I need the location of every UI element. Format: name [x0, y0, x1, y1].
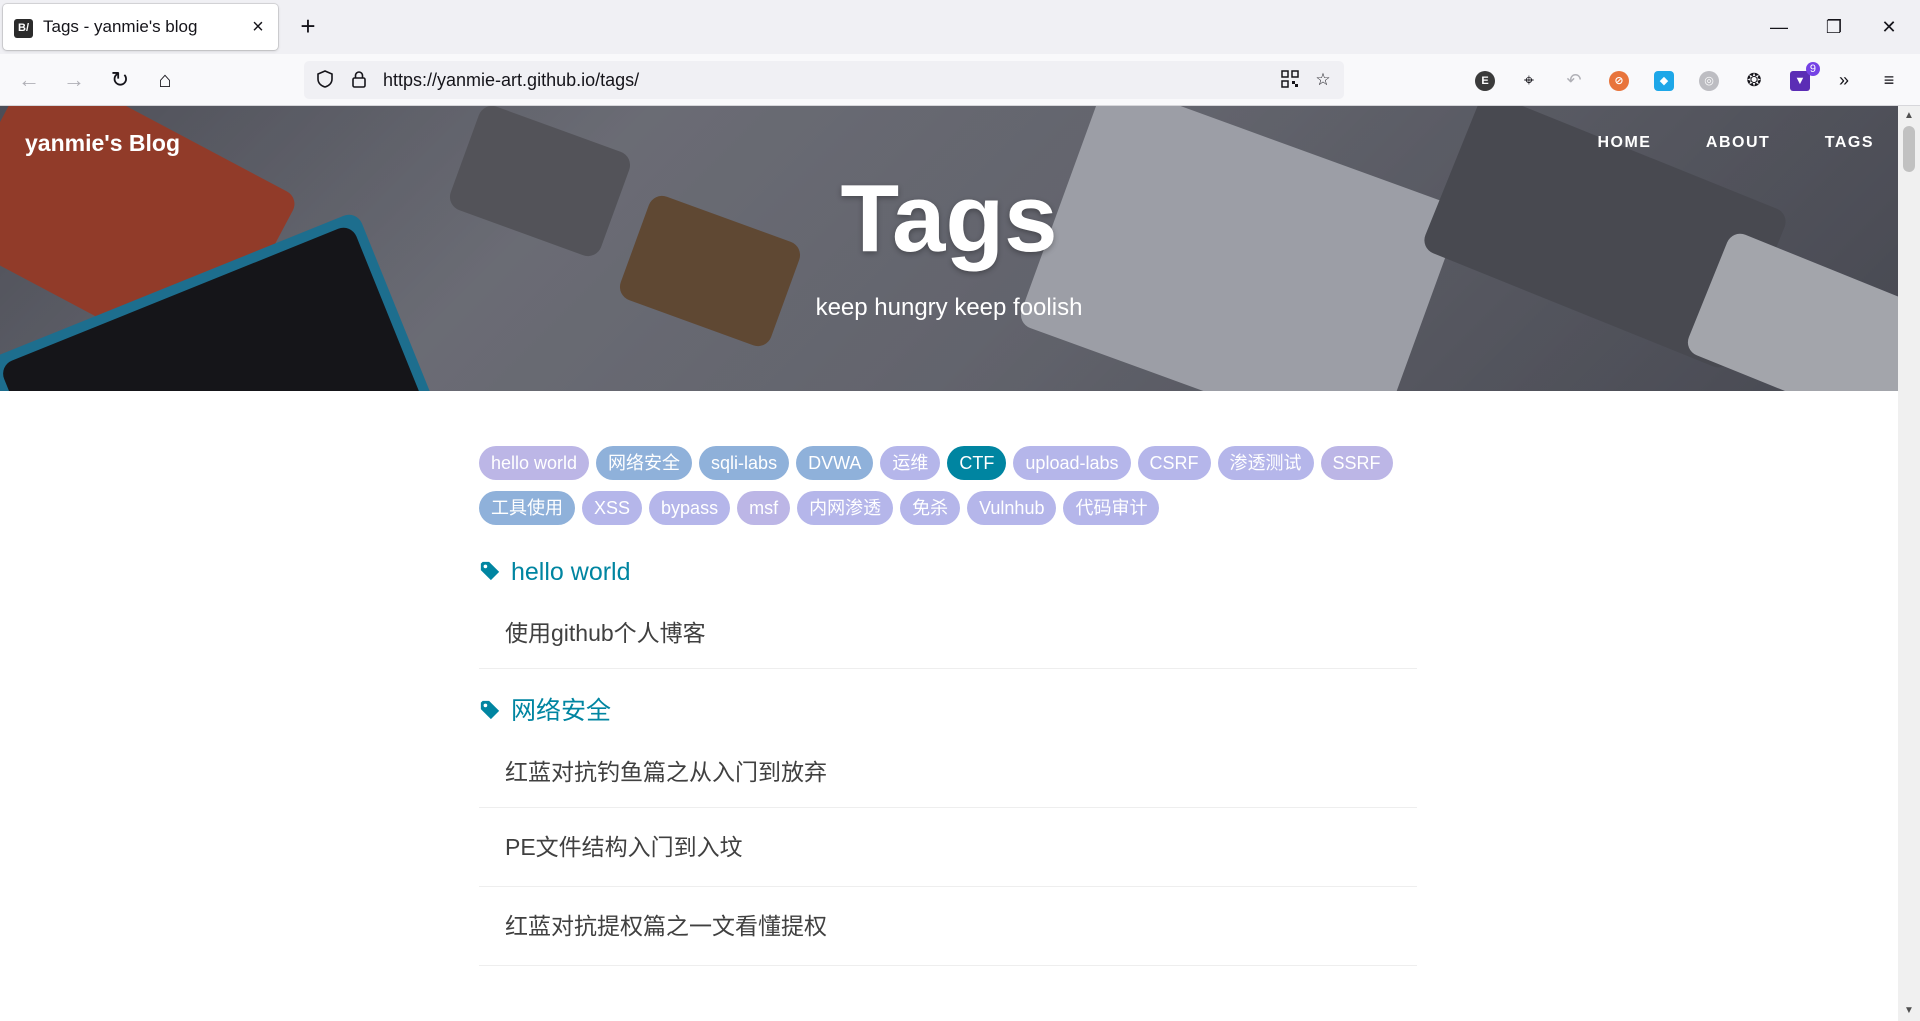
crop-icon[interactable]: ⌖ [1515, 66, 1543, 94]
scrollbar[interactable]: ▲ ▼ [1898, 106, 1920, 1021]
nav-about[interactable]: ABOUT [1706, 134, 1770, 152]
restore-icon[interactable]: ❐ [1807, 0, 1861, 54]
navigation-toolbar: ← → ↻ ⌂ https://yanmie-art.github.io/tag… [0, 54, 1920, 106]
section-heading[interactable]: hello world [479, 542, 1417, 602]
tag-pill[interactable]: DVWA [796, 445, 874, 480]
section-title: 网络安全 [511, 697, 612, 725]
menu-icon[interactable]: ≡ [1875, 66, 1903, 94]
url-bar[interactable]: https://yanmie-art.github.io/tags/ ☆ [304, 61, 1344, 99]
cookie-icon[interactable]: ❂ [1740, 66, 1768, 94]
url-text[interactable]: https://yanmie-art.github.io/tags/ [383, 61, 639, 99]
extension-e-icon[interactable]: E [1471, 66, 1499, 94]
tag-pill[interactable]: Vulnhub [967, 490, 1057, 525]
tag-pill[interactable]: CTF [947, 445, 1007, 480]
scroll-thumb[interactable] [1903, 126, 1915, 172]
page-title: Tags [840, 165, 1058, 272]
tab-title: Tags - yanmie's blog [43, 17, 198, 36]
close-window-icon[interactable]: ✕ [1862, 0, 1916, 54]
extension-badge-count: 9 [1805, 62, 1820, 76]
page-subtitle: keep hungry keep foolish [815, 294, 1083, 321]
tag-pill[interactable]: 代码审计 [1063, 490, 1160, 525]
post-link[interactable]: PE文件结构入门到入坟 [479, 808, 1417, 887]
lock-icon[interactable] [348, 69, 370, 91]
minimize-icon[interactable]: — [1752, 0, 1806, 54]
forward-icon[interactable]: → [58, 64, 90, 96]
scroll-up-icon[interactable]: ▲ [1898, 108, 1920, 124]
tag-pill[interactable]: bypass [649, 490, 731, 525]
site-brand[interactable]: yanmie's Blog [25, 130, 180, 157]
extension-globe-icon[interactable]: ◎ [1695, 66, 1723, 94]
extension-cube-icon[interactable]: ◆ [1650, 66, 1678, 94]
tag-pill[interactable]: hello world [479, 445, 590, 480]
shield-icon[interactable] [314, 69, 336, 91]
tab-close-icon[interactable]: × [248, 17, 268, 37]
tag-pill[interactable]: msf [737, 490, 791, 525]
extension-badge-icon[interactable]: ▼ 9 [1786, 62, 1820, 94]
tag-icon [479, 558, 511, 586]
new-tab-button[interactable]: + [294, 12, 322, 40]
tag-section: 网络安全红蓝对抗钓鱼篇之从入门到放弃 PE文件结构入门到入坟 红蓝对抗提权篇之一文看… [479, 681, 1417, 966]
tag-pill[interactable]: XSS [582, 490, 643, 525]
tab-bar: B/ Tags - yanmie's blog × + — ❐ ✕ [0, 0, 1920, 54]
post-link[interactable]: 红蓝对抗提权篇之一文看懂提权 [479, 887, 1417, 966]
hero-header: yanmie's Blog HOME ABOUT TAGS Tags keep … [0, 106, 1898, 391]
tag-pill[interactable]: 内网渗透 [797, 490, 894, 525]
site-nav: HOME ABOUT TAGS [1547, 134, 1874, 152]
tag-icon [479, 697, 511, 725]
tag-pill[interactable]: 网络安全 [596, 445, 693, 480]
reload-icon[interactable]: ↻ [104, 64, 136, 96]
tag-pill[interactable]: 渗透测试 [1217, 445, 1314, 480]
bookmark-star-icon[interactable]: ☆ [1312, 69, 1334, 91]
scroll-down-icon[interactable]: ▼ [1898, 1003, 1920, 1019]
tag-sections: hello world 使用github个人博客网络安全红蓝对抗钓鱼篇之从入门到放… [479, 542, 1417, 966]
nav-tags[interactable]: TAGS [1825, 134, 1874, 152]
section-title: hello world [511, 558, 631, 586]
active-tab[interactable]: B/ Tags - yanmie's blog × [3, 4, 278, 50]
tag-pill[interactable]: 运维 [880, 445, 941, 480]
tag-pill[interactable]: CSRF [1137, 445, 1211, 480]
tag-pill[interactable]: sqli-labs [699, 445, 790, 480]
section-heading[interactable]: 网络安全 [479, 681, 1417, 741]
main-content: hello world 网络安全 sqli-labs DVWA 运维 CTF upload-… [479, 440, 1417, 966]
undo-icon[interactable]: ↶ [1560, 66, 1588, 94]
tag-pill[interactable]: 免杀 [900, 490, 961, 525]
overflow-chevron-icon[interactable]: » [1830, 66, 1858, 94]
favicon-icon: B/ [14, 19, 33, 38]
nav-home[interactable]: HOME [1597, 134, 1651, 152]
page-viewport: yanmie's Blog HOME ABOUT TAGS Tags keep … [0, 106, 1898, 1021]
tag-pill[interactable]: SSRF [1320, 445, 1393, 480]
qr-code-icon[interactable] [1279, 69, 1301, 91]
tag-cloud: hello world 网络安全 sqli-labs DVWA 运维 CTF upload-… [479, 440, 1417, 530]
post-link[interactable]: 使用github个人博客 [479, 602, 1417, 669]
tag-pill[interactable]: 工具使用 [479, 490, 575, 525]
tag-pill[interactable]: upload-labs [1013, 445, 1131, 480]
extension-block-icon[interactable]: ⊘ [1605, 66, 1633, 94]
post-link[interactable]: 红蓝对抗钓鱼篇之从入门到放弃 [479, 741, 1417, 808]
home-icon[interactable]: ⌂ [149, 64, 181, 96]
tag-section: hello world 使用github个人博客 [479, 542, 1417, 669]
back-icon[interactable]: ← [13, 64, 45, 96]
